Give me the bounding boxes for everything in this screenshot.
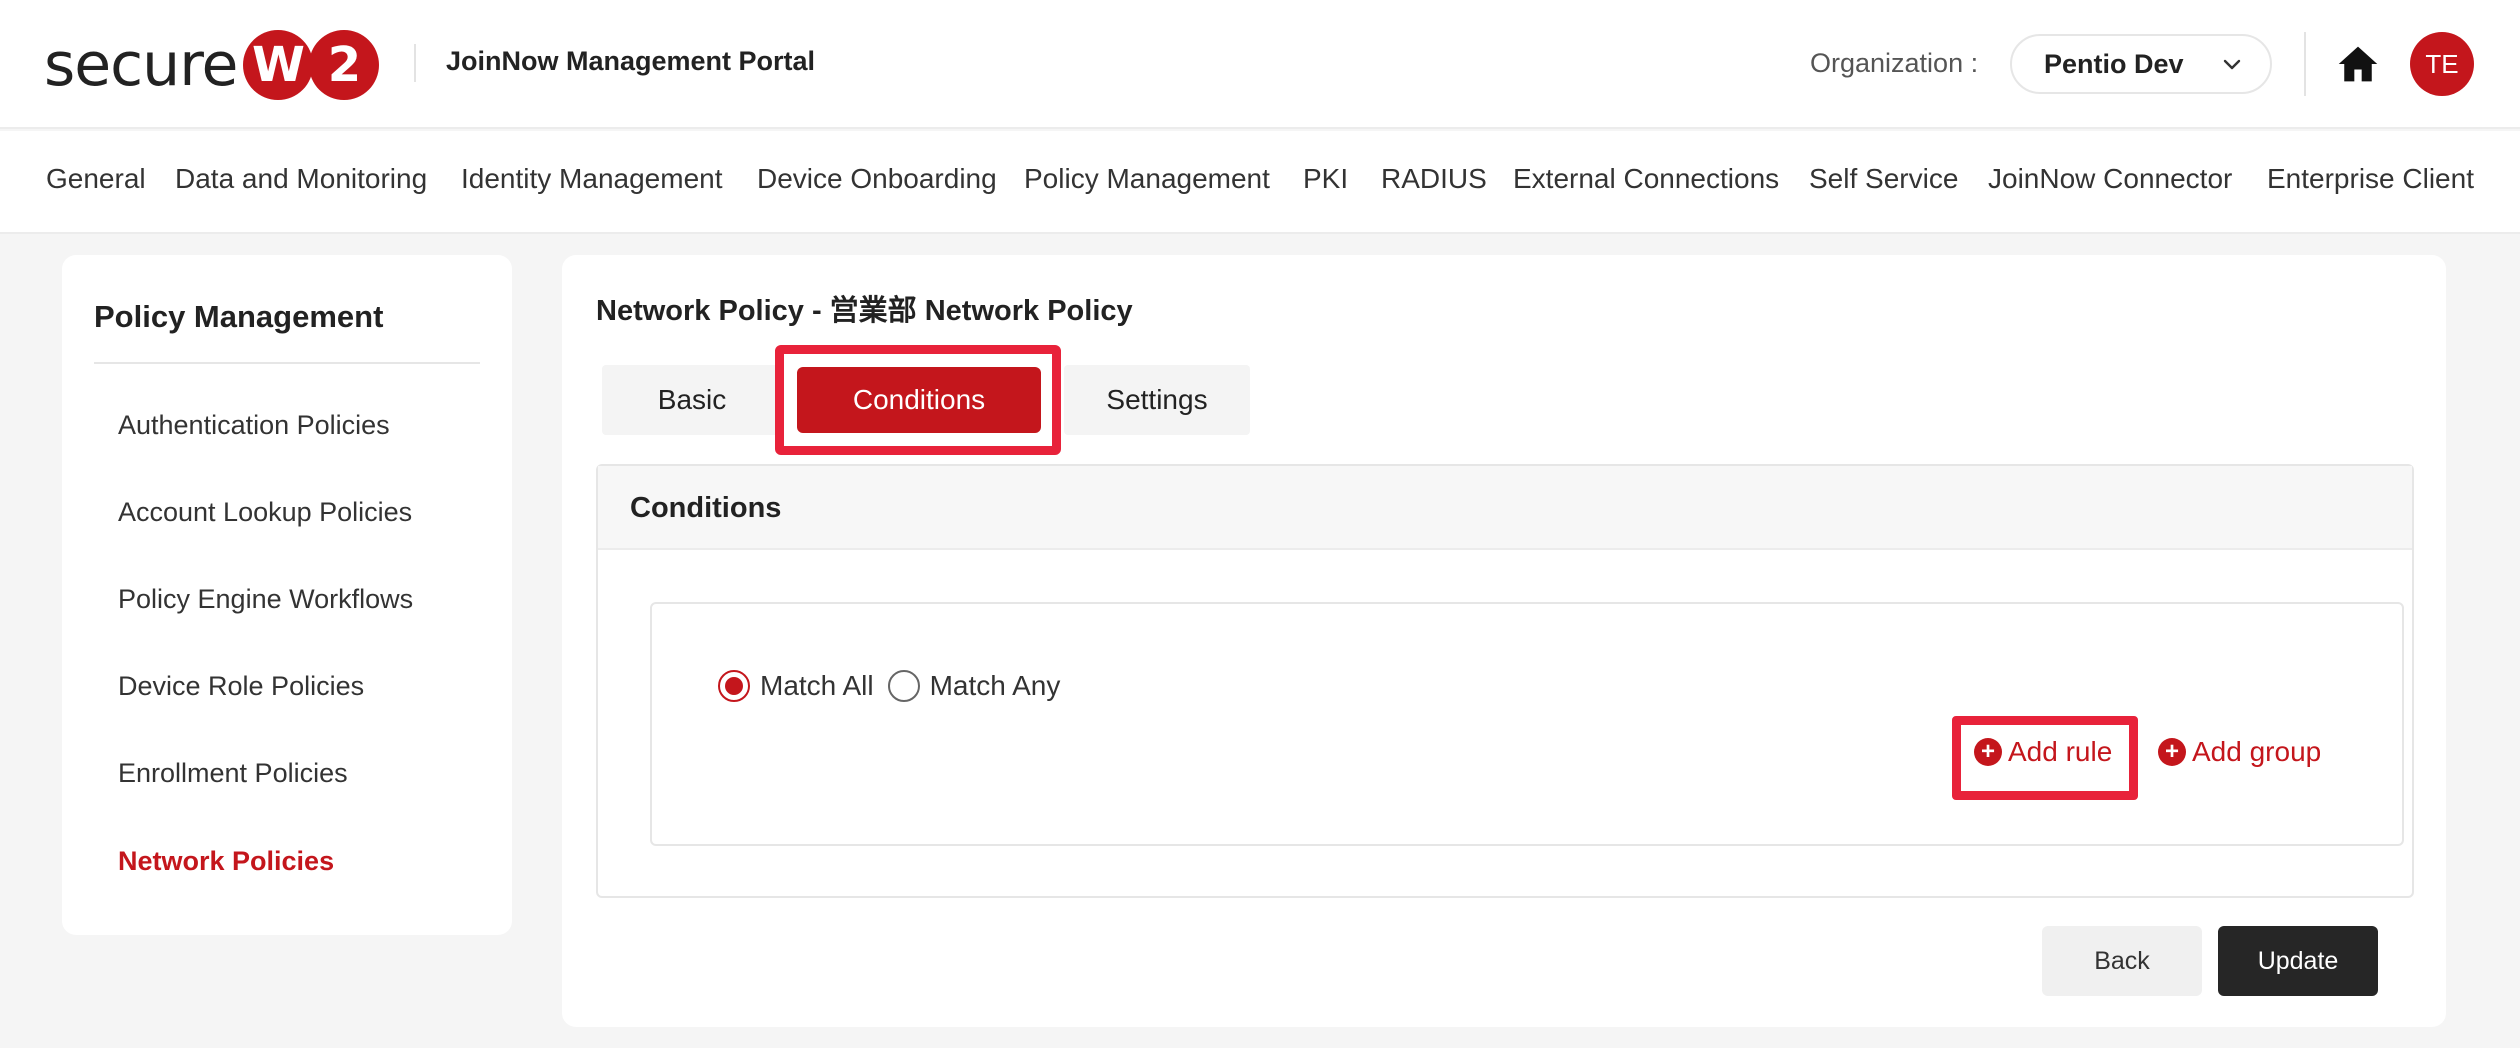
add-group-label: Add group [2192,736,2322,767]
add-rule-label: Add rule [2008,736,2113,767]
securew2-logo[interactable]: secure W 2 [44,30,380,100]
match-any-radio[interactable] [887,670,920,702]
match-all-radio[interactable] [718,670,750,702]
sidebar-item-policy-engine-workflows[interactable]: Policy Engine Workflows [118,584,413,615]
portal-title: JoinNow Management Portal [446,46,816,76]
nav-item-general[interactable]: General [46,163,146,195]
tab-conditions[interactable]: Conditions [797,367,1041,433]
conditions-panel: Conditions Match All Match Any + Add rul… [596,464,2414,898]
chevron-down-icon [2223,59,2241,70]
sidebar-item-device-role-policies[interactable]: Device Role Policies [118,671,364,702]
logo-2-badge: 2 [309,30,380,100]
nav-item-policy-management[interactable]: Policy Management [1024,163,1270,195]
conditions-header: Conditions [598,466,2412,550]
plus-circle-icon: + [1974,738,2002,766]
plus-circle-icon: + [2158,738,2186,766]
app-header: secure W 2 JoinNow Management Portal Org… [0,0,2520,129]
back-button[interactable]: Back [2042,926,2202,996]
nav-item-identity-management[interactable]: Identity Management [461,163,723,195]
sidebar-item-account-lookup-policies[interactable]: Account Lookup Policies [118,497,412,528]
add-rule-button[interactable]: + Add rule [1974,736,2112,768]
update-button[interactable]: Update [2218,926,2378,996]
match-any-label[interactable]: Match Any [930,670,1061,702]
user-avatar[interactable]: TE [2410,32,2474,96]
tab-basic[interactable]: Basic [602,365,782,435]
header-divider [2304,32,2306,96]
sidebar-item-authentication-policies[interactable]: Authentication Policies [118,410,390,441]
home-icon[interactable] [2336,42,2380,86]
nav-item-pki[interactable]: PKI [1303,163,1348,195]
organization-value: Pentio Dev [2044,48,2184,79]
organization-label: Organization : [1810,48,1979,78]
organization-select[interactable]: Pentio Dev [2010,34,2272,94]
nav-item-self-service[interactable]: Self Service [1809,163,1958,195]
match-mode-group: Match All Match Any [718,670,1074,702]
sidebar-divider [94,362,480,364]
nav-item-joinnow-connector[interactable]: JoinNow Connector [1988,163,2232,195]
nav-item-external-connections[interactable]: External Connections [1513,163,1779,195]
nav-item-radius[interactable]: RADIUS [1381,163,1487,195]
nav-item-device-onboarding[interactable]: Device Onboarding [757,163,997,195]
page-title: Network Policy - 営業部 Network Policy [596,295,1133,327]
header-divider [414,44,416,82]
conditions-title: Conditions [630,492,782,524]
sidebar-item-network-policies[interactable]: Network Policies [118,846,334,877]
match-all-label[interactable]: Match All [760,670,874,702]
logo-w-badge: W [243,30,314,100]
sidebar-item-enrollment-policies[interactable]: Enrollment Policies [118,758,348,789]
nav-item-data-and-monitoring[interactable]: Data and Monitoring [175,163,427,195]
sidebar-title: Policy Management [94,299,384,334]
main-panel: Network Policy - 営業部 Network Policy Basi… [562,255,2446,1027]
main-nav: General Data and Monitoring Identity Man… [0,131,2520,234]
rule-builder: Match All Match Any + Add rule + Add gro… [650,602,2404,846]
sidebar: Policy Management Authentication Policie… [62,255,512,935]
tab-settings[interactable]: Settings [1064,365,1250,435]
nav-item-enterprise-client[interactable]: Enterprise Client [2267,163,2474,195]
add-group-button[interactable]: + Add group [2158,736,2321,768]
logo-wordmark: secure [44,30,238,100]
